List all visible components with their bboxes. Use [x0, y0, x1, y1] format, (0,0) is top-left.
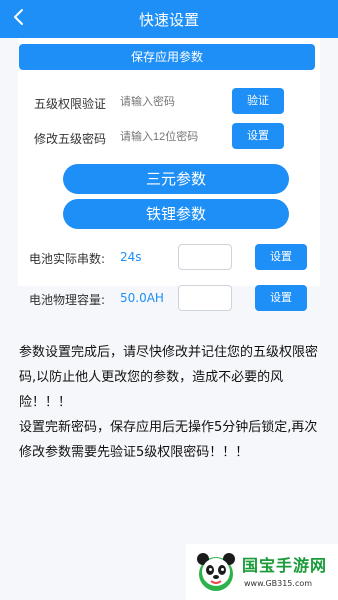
capacity-label: 电池物理容量: — [29, 293, 106, 307]
lithium-params-button[interactable]: 铁锂参数 — [63, 199, 289, 229]
ternary-params-button[interactable]: 三元参数 — [63, 164, 289, 194]
verify-password-input[interactable] — [120, 94, 220, 110]
panda-logo-icon — [197, 553, 235, 591]
watermark-url: www.GB315.com — [244, 579, 313, 588]
capacity-input[interactable] — [178, 285, 232, 311]
page-title: 快速设置 — [138, 11, 199, 29]
title-bar: 快速设置 — [0, 0, 338, 38]
notice-paragraph-2: 设置完新密码，保存应用后无操作5分钟后锁定,再次修改参数需要先验证5级权限密码！… — [19, 420, 318, 460]
set-password-button[interactable]: 设置 — [232, 123, 284, 149]
new-password-input[interactable] — [120, 129, 225, 145]
watermark: 国宝手游网 www.GB315.com — [186, 544, 338, 600]
verify-label: 五级权限验证 — [34, 97, 107, 111]
series-input[interactable] — [178, 244, 232, 270]
notice-paragraph-1: 参数设置完成后，请尽快修改并记住您的五级权限密码,以防止他人更改您的参数，造成不… — [19, 345, 319, 410]
capacity-value: 50.0AH — [120, 291, 164, 305]
series-label: 电池实际串数: — [29, 252, 106, 266]
set-capacity-button[interactable]: 设置 — [255, 285, 307, 311]
watermark-title: 国宝手游网 — [242, 556, 328, 575]
series-value: 24s — [120, 250, 142, 264]
save-apply-button[interactable]: 保存应用参数 — [19, 44, 315, 70]
verify-button[interactable]: 验证 — [232, 88, 284, 114]
notice-text: 参数设置完成后，请尽快修改并记住您的五级权限密码,以防止他人更改您的参数，造成不… — [19, 340, 325, 465]
set-series-button[interactable]: 设置 — [255, 244, 307, 270]
change-password-label: 修改五级密码 — [34, 132, 107, 146]
